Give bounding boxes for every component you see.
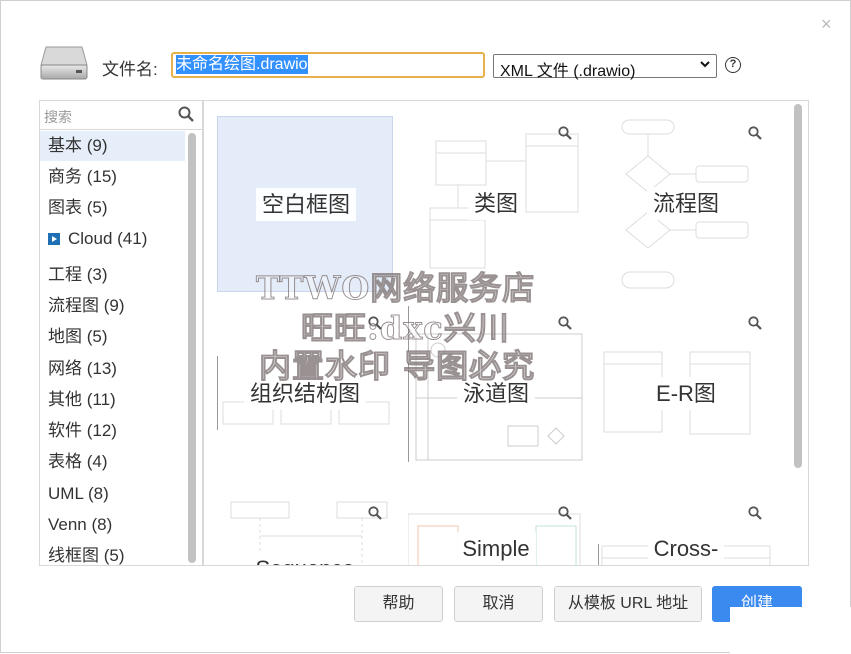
category-item-charts[interactable]: 图表 (5) <box>40 193 185 223</box>
template-label: 空白框图 <box>218 187 394 221</box>
category-item-other[interactable]: 其他 (11) <box>40 385 185 415</box>
zoom-icon[interactable] <box>748 506 762 520</box>
category-item-wireframes[interactable]: 线框图 (5) <box>40 541 185 565</box>
template-label: Simple <box>408 532 584 565</box>
category-item-cloud-label: Cloud (41) <box>68 229 148 248</box>
cancel-button[interactable]: 取消 <box>454 586 543 622</box>
zoom-icon[interactable] <box>558 316 572 330</box>
sidebar-scrollbar[interactable] <box>188 133 196 563</box>
category-item-venn[interactable]: Venn (8) <box>40 510 185 540</box>
category-item-uml[interactable]: UML (8) <box>40 479 185 509</box>
help-icon[interactable]: ? <box>725 57 741 73</box>
category-item-software[interactable]: 软件 (12) <box>40 416 185 446</box>
template-flowchart[interactable]: 流程图 <box>598 116 774 292</box>
category-item-engineering[interactable]: 工程 (3) <box>40 260 185 290</box>
category-item-business[interactable]: 商务 (15) <box>40 162 185 192</box>
filename-input[interactable]: 未命名绘图.drawio <box>171 52 485 78</box>
template-label: 类图 <box>408 186 584 220</box>
help-button[interactable]: 帮助 <box>354 586 443 622</box>
format-select[interactable]: XML 文件 (.drawio) <box>493 54 717 80</box>
category-item-basic[interactable]: 基本 (9) <box>40 131 185 161</box>
category-item-flowchart[interactable]: 流程图 (9) <box>40 291 185 321</box>
new-diagram-dialog: × 文件名: 未命名绘图.drawio XML 文件 (.drawio) ? 搜… <box>0 0 851 654</box>
template-sequence[interactable]: Sequence <box>217 496 393 565</box>
chevron-down-icon <box>700 61 710 68</box>
filename-label: 文件名: <box>102 60 158 79</box>
close-icon[interactable]: × <box>821 14 832 34</box>
zoom-icon[interactable] <box>748 316 762 330</box>
search-box[interactable]: 搜索 <box>40 101 202 130</box>
category-sidebar: 搜索 基本 (9) 商务 (15) 图表 (5) Cloud (41) 工程 (… <box>39 100 203 566</box>
template-label: Sequence <box>217 552 393 565</box>
drive-icon <box>40 46 88 80</box>
category-item-network[interactable]: 网络 (13) <box>40 354 185 384</box>
watermark-line-3: 内置水印 导图必究 <box>258 347 536 386</box>
zoom-icon[interactable] <box>558 126 572 140</box>
filename-value: 未命名绘图.drawio <box>176 55 308 74</box>
category-item-cloud[interactable]: Cloud (41) <box>40 224 185 254</box>
template-er-diagram[interactable]: E-R图 <box>598 306 774 482</box>
expand-icon[interactable] <box>48 232 60 245</box>
template-scrollbar[interactable] <box>794 104 802 468</box>
zoom-icon[interactable] <box>748 126 762 140</box>
template-label: 流程图 <box>598 186 774 220</box>
template-label: E-R图 <box>598 376 774 410</box>
from-template-url-button[interactable]: 从模板 URL 地址 <box>554 586 702 622</box>
search-input[interactable]: 搜索 <box>44 107 72 127</box>
corner-overlay <box>730 607 851 654</box>
zoom-icon[interactable] <box>558 506 572 520</box>
zoom-icon[interactable] <box>368 506 382 520</box>
format-select-value: XML 文件 (.drawio) <box>500 63 636 80</box>
category-item-tables[interactable]: 表格 (4) <box>40 447 185 477</box>
search-icon[interactable] <box>178 106 194 122</box>
template-label: Cross- <box>598 532 774 565</box>
category-item-maps[interactable]: 地图 (5) <box>40 322 185 352</box>
